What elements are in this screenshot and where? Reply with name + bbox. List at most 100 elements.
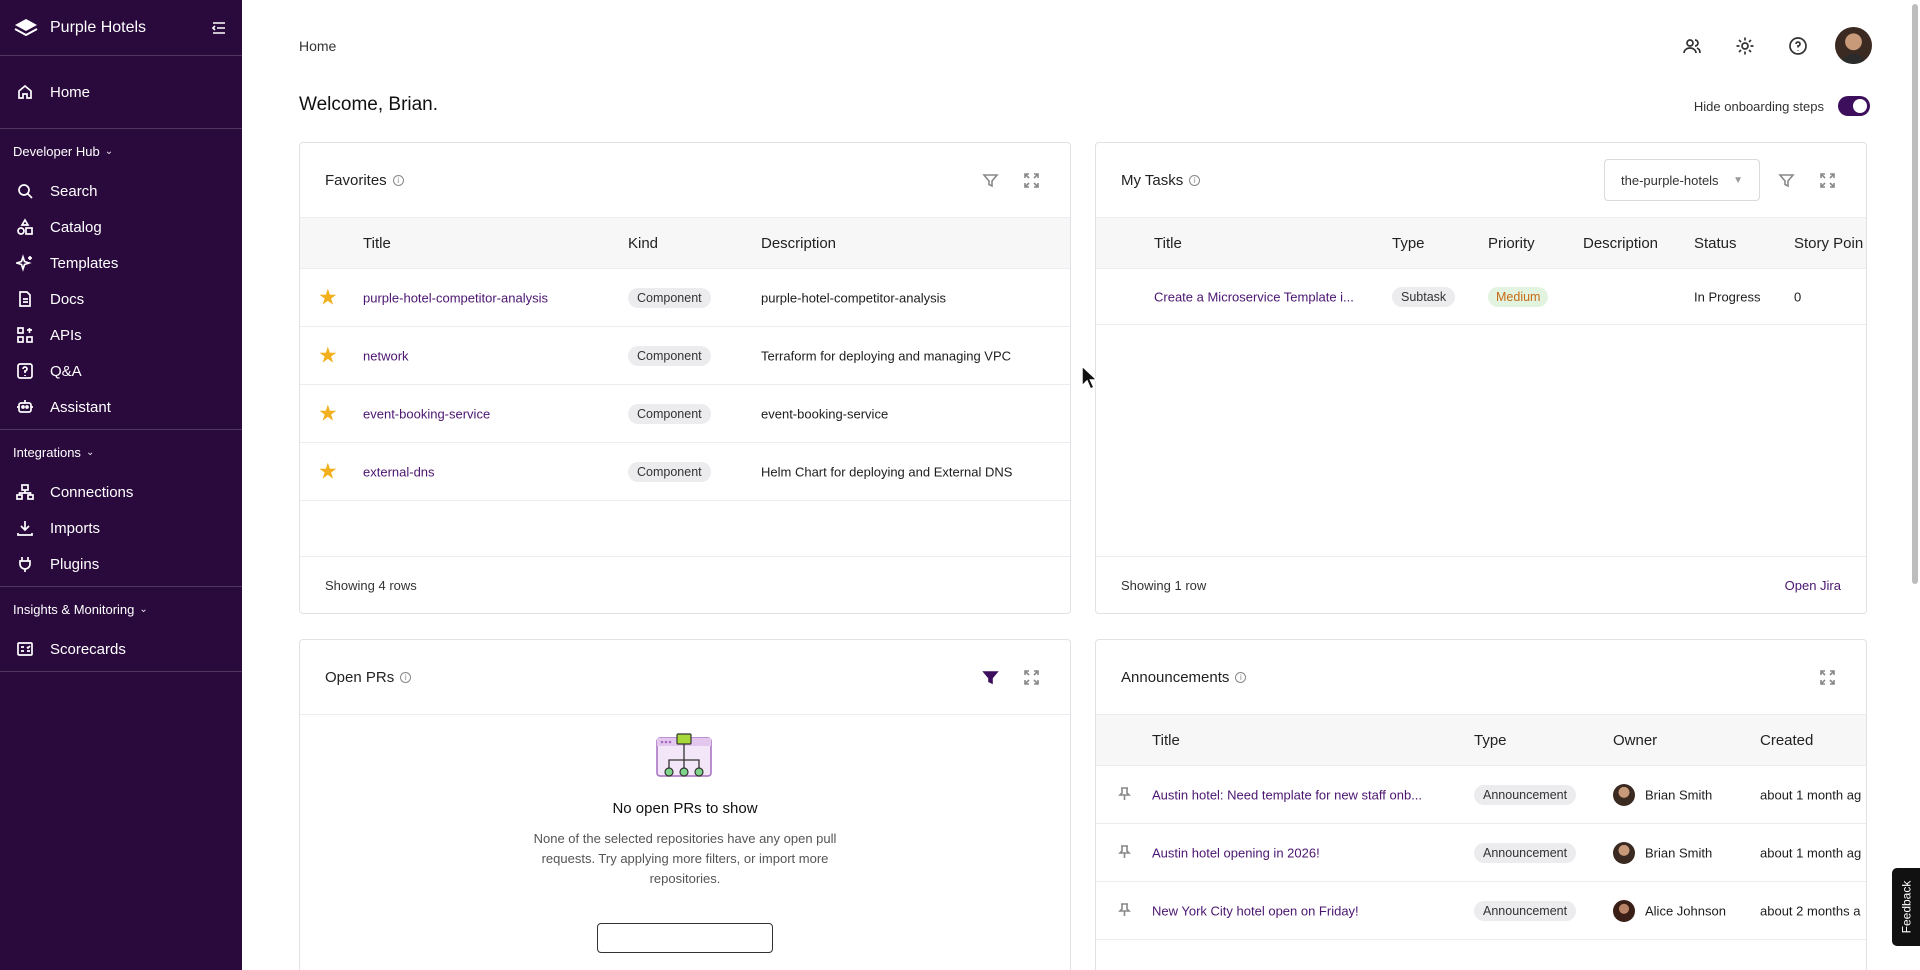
owner-name[interactable]: Brian Smith [1645,845,1712,860]
help-icon[interactable] [1782,30,1813,61]
open-jira-link[interactable]: Open Jira [1785,578,1841,593]
pin-icon[interactable] [1117,844,1132,862]
card-title: Open PRs [325,668,395,686]
top-toolbar [1676,27,1872,64]
info-icon[interactable]: i [1189,174,1201,186]
download-icon [16,519,34,537]
expand-icon[interactable] [1819,669,1836,686]
section-integrations[interactable]: Integrations ⌄ [0,430,242,474]
column-header[interactable]: Description [761,235,836,252]
type-chip: Subtask [1392,286,1456,307]
sidebar-item-apis[interactable]: APIs [0,317,242,353]
description-cell: Helm Chart for deploying and External DN… [761,464,1013,479]
column-header[interactable]: Kind [628,235,658,252]
task-link[interactable]: Create a Microservice Template i... [1154,289,1354,304]
hide-onboarding-control: Hide onboarding steps [1694,96,1870,116]
kind-chip: Component [628,345,711,366]
expand-icon[interactable] [1023,669,1040,686]
user-avatar[interactable] [1835,27,1872,64]
column-header[interactable]: Status [1694,235,1737,252]
column-header[interactable]: Type [1392,235,1425,252]
users-icon[interactable] [1676,30,1707,61]
created-cell: about 2 months a [1760,903,1861,918]
table-row: ★ purple-hotel-competitor-analysis Compo… [300,269,1070,327]
section-label: Integrations [13,444,81,460]
priority-chip: Medium [1488,286,1549,307]
entity-link[interactable]: network [363,348,409,363]
created-cell: about 1 month ag [1760,787,1862,802]
column-header[interactable]: Priority [1488,235,1535,252]
column-header[interactable]: Owner [1613,732,1657,749]
table-header: Title Type Priority Description Status S… [1096,217,1866,269]
section-label: Developer Hub [13,143,100,159]
hide-onboarding-toggle[interactable] [1838,96,1870,116]
entity-link[interactable]: external-dns [363,464,435,479]
pin-icon[interactable] [1117,786,1132,804]
entity-link[interactable]: purple-hotel-competitor-analysis [363,290,548,305]
info-icon[interactable]: i [400,671,412,683]
announcement-link[interactable]: Austin hotel: Need template for new staf… [1152,787,1422,802]
star-icon[interactable]: ★ [318,459,338,484]
type-chip: Announcement [1474,842,1577,863]
sidebar-item-imports[interactable]: Imports [0,510,242,546]
import-repositories-button[interactable] [597,923,773,953]
connections-icon [16,483,34,501]
sidebar-item-home[interactable]: Home [0,74,242,110]
section-insights-monitoring[interactable]: Insights & Monitoring ⌄ [0,587,242,631]
project-select[interactable]: the-purple-hotels ▼ [1604,159,1760,201]
collapse-sidebar-icon[interactable] [210,19,228,37]
sidebar-item-catalog[interactable]: Catalog [0,209,242,245]
filter-active-icon[interactable] [982,669,999,686]
star-icon[interactable]: ★ [318,285,338,310]
sidebar-item-docs[interactable]: Docs [0,281,242,317]
sidebar-item-connections[interactable]: Connections [0,474,242,510]
page-scrollbar[interactable] [1912,4,1918,584]
sidebar-item-label: Assistant [50,398,111,416]
sidebar-item-label: APIs [50,326,82,344]
owner-name[interactable]: Alice Johnson [1645,903,1726,918]
description-cell: Terraform for deploying and managing VPC [761,348,1012,363]
entity-link[interactable]: event-booking-service [363,406,490,421]
open-prs-card: Open PRs i No open PRs to show None of t… [299,639,1071,970]
kind-chip: Component [628,403,711,424]
announcement-link[interactable]: New York City hotel open on Friday! [1152,903,1359,918]
hide-onboarding-label: Hide onboarding steps [1693,98,1824,114]
sidebar-item-search[interactable]: Search [0,173,242,209]
pin-icon[interactable] [1117,902,1132,920]
column-header[interactable]: Story Poin [1794,235,1863,252]
empty-text: None of the selected repositories have a… [533,831,837,886]
star-icon[interactable]: ★ [318,343,338,368]
info-icon[interactable]: i [1235,671,1247,683]
sidebar-item-assistant[interactable]: Assistant [0,389,242,425]
column-header[interactable]: Title [363,235,391,252]
sidebar-item-label: Plugins [50,555,100,573]
filter-icon[interactable] [1778,172,1795,189]
sidebar-item-label: Scorecards [50,640,126,658]
sidebar-item-scorecards[interactable]: Scorecards [0,631,242,667]
owner-avatar [1613,899,1635,922]
sidebar-item-templates[interactable]: Templates [0,245,242,281]
column-header[interactable]: Created [1760,732,1813,749]
owner-name[interactable]: Brian Smith [1645,787,1712,802]
feedback-tab[interactable]: Feedback [1892,868,1920,946]
star-icon[interactable]: ★ [318,401,338,426]
column-header[interactable]: Title [1154,235,1182,252]
gear-icon[interactable] [1729,30,1760,61]
column-header[interactable]: Description [1583,235,1658,252]
breadcrumb[interactable]: Home [299,38,336,54]
filter-icon[interactable] [982,172,999,189]
status-cell: In Progress [1694,289,1761,304]
expand-icon[interactable] [1819,172,1836,189]
column-header[interactable]: Title [1152,732,1180,749]
section-developer-hub[interactable]: Developer Hub ⌄ [0,129,242,173]
info-icon[interactable]: i [392,174,404,186]
kind-chip: Component [628,461,711,482]
description-cell: event-booking-service [761,406,889,421]
column-header[interactable]: Type [1474,732,1507,749]
sidebar-item-plugins[interactable]: Plugins [0,546,242,582]
sidebar-brand[interactable]: Purple Hotels [0,0,242,56]
announcement-link[interactable]: Austin hotel opening in 2026! [1152,845,1320,860]
expand-icon[interactable] [1023,172,1040,189]
sidebar-item-qa[interactable]: Q&A [0,353,242,389]
sidebar-item-label: Templates [50,254,119,272]
